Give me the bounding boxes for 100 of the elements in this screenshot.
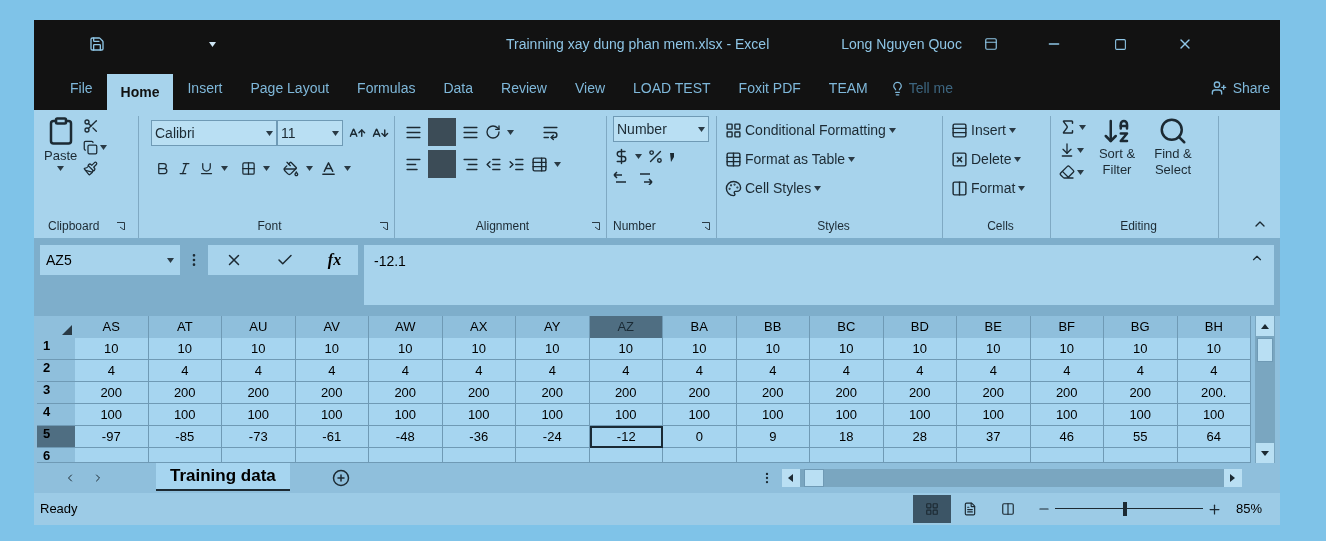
orientation-icon[interactable] [485, 124, 501, 140]
caret-icon[interactable] [306, 166, 313, 171]
ribbon-tab[interactable]: Insert [173, 70, 237, 106]
row-header[interactable]: 2 [37, 360, 75, 382]
caret-icon[interactable] [263, 166, 270, 171]
caret-icon[interactable] [1077, 169, 1084, 175]
caret-icon[interactable] [1014, 157, 1022, 162]
scroll-left-icon[interactable] [788, 474, 794, 482]
comma-style-icon[interactable] [669, 151, 675, 162]
font-size-field[interactable]: 11 [277, 120, 343, 146]
caret-icon[interactable] [554, 161, 561, 167]
fill-color-icon[interactable] [283, 160, 299, 177]
cells-command[interactable]: Insert [971, 120, 1006, 141]
zoom-slider[interactable] [1054, 502, 1203, 516]
caret-icon[interactable] [1018, 186, 1026, 191]
vertical-scrollbar[interactable] [1255, 316, 1275, 463]
normal-view-button[interactable] [912, 495, 951, 523]
caret-icon[interactable] [344, 166, 351, 171]
dialog-launcher-icon[interactable] [592, 222, 600, 230]
caret-icon[interactable] [100, 145, 108, 150]
row-header[interactable]: 4 [37, 404, 75, 426]
find-icon[interactable] [1158, 116, 1188, 146]
palette-icon[interactable] [725, 180, 742, 197]
decrease-decimal-icon[interactable] [637, 171, 653, 185]
dialog-launcher-icon[interactable] [380, 222, 388, 230]
table-icon[interactable] [725, 151, 742, 168]
sheet-tab[interactable]: Training data [156, 463, 290, 491]
scroll-thumb[interactable] [803, 469, 824, 487]
caret-icon[interactable] [888, 128, 896, 133]
row-header[interactable]: 5 [37, 426, 75, 448]
caret-icon[interactable] [848, 157, 856, 162]
style-command[interactable]: Format as Table [745, 149, 846, 170]
scroll-right-icon[interactable] [1230, 474, 1236, 482]
ribbon-tab[interactable]: Page Layout [236, 70, 344, 106]
caret-icon[interactable] [1009, 128, 1016, 133]
style-command[interactable]: Conditional Formatting [745, 120, 886, 141]
dialog-launcher-icon[interactable] [702, 222, 710, 230]
caret-icon[interactable] [221, 166, 228, 171]
borders-icon[interactable] [241, 161, 256, 176]
ribbon-display-icon[interactable] [983, 37, 998, 51]
ribbon-tab[interactable]: Formulas [343, 70, 430, 106]
ribbon-tab[interactable]: View [560, 70, 620, 106]
caret-icon[interactable] [507, 129, 514, 135]
zoom-thumb[interactable] [1122, 502, 1127, 516]
save-icon[interactable] [89, 36, 105, 52]
dialog-launcher-icon[interactable] [117, 222, 126, 230]
caret-icon[interactable] [1079, 124, 1086, 130]
scroll-up-icon[interactable] [1261, 323, 1269, 329]
italic-icon[interactable] [177, 161, 192, 176]
style-command[interactable]: Cell Styles [745, 178, 812, 199]
ribbon-tab[interactable]: Foxit PDF [724, 70, 815, 106]
caret-icon[interactable] [167, 257, 174, 263]
caret-icon[interactable] [1077, 147, 1084, 153]
corner-triangle-icon[interactable] [62, 325, 72, 335]
font-color-icon[interactable] [320, 160, 337, 177]
caret-icon[interactable] [266, 130, 273, 136]
scroll-down-icon[interactable] [1261, 450, 1269, 456]
share-button[interactable]: Share [1232, 77, 1270, 99]
ribbon-tab[interactable]: Data [429, 70, 488, 106]
formula-field[interactable]: -12.1 [364, 245, 1274, 305]
cells-command[interactable]: Format [971, 178, 1016, 199]
ribbon-tab[interactable]: LOAD TEST [619, 70, 725, 106]
format-painter-icon[interactable] [83, 161, 99, 176]
scroll-thumb[interactable] [1257, 338, 1273, 362]
row-header[interactable]: 6 [37, 448, 75, 463]
sort-filter-button[interactable]: Sort & Filter [1092, 146, 1142, 178]
name-box[interactable]: AZ5 [40, 245, 180, 275]
increase-decimal-icon[interactable] [613, 171, 629, 185]
clear-icon[interactable] [1059, 164, 1075, 180]
zoom-in-icon[interactable] [1206, 501, 1222, 517]
insert-function-button[interactable]: fx [327, 248, 342, 272]
zoom-level[interactable]: 85% [1235, 499, 1262, 519]
caret-icon[interactable] [209, 41, 216, 47]
font-name-field[interactable]: Calibri [151, 120, 277, 146]
find-select-button[interactable]: Find & Select [1148, 146, 1198, 178]
caret-icon[interactable] [57, 165, 65, 171]
new-sheet-icon[interactable] [331, 469, 350, 487]
caret-icon[interactable] [698, 126, 705, 132]
number-format-field[interactable]: Number [613, 116, 709, 142]
caret-icon[interactable] [332, 130, 339, 136]
cut-icon[interactable] [83, 118, 100, 134]
fill-icon[interactable] [1059, 142, 1075, 158]
share-icon[interactable] [1210, 80, 1227, 96]
caret-icon[interactable] [635, 154, 642, 159]
ribbon-tab[interactable]: TEAM [814, 70, 882, 106]
paste-button[interactable]: Paste [44, 146, 78, 166]
cells-command[interactable]: Delete [971, 149, 1012, 170]
maximize-icon[interactable] [1113, 37, 1127, 51]
caret-icon[interactable] [814, 186, 822, 191]
ribbon-tab[interactable]: Home [106, 74, 174, 110]
underline-icon[interactable] [199, 161, 214, 176]
row-header[interactable]: 3 [37, 382, 75, 404]
bold-icon[interactable] [155, 161, 170, 176]
row-header[interactable]: 1 [37, 338, 75, 360]
ribbon-tab[interactable]: Review [487, 70, 561, 106]
percent-icon[interactable] [647, 148, 664, 165]
copy-icon[interactable] [83, 140, 99, 155]
delete-cells-icon[interactable] [951, 151, 968, 168]
horizontal-scrollbar[interactable] [781, 469, 1242, 487]
ribbon-tab[interactable]: File [56, 70, 107, 106]
